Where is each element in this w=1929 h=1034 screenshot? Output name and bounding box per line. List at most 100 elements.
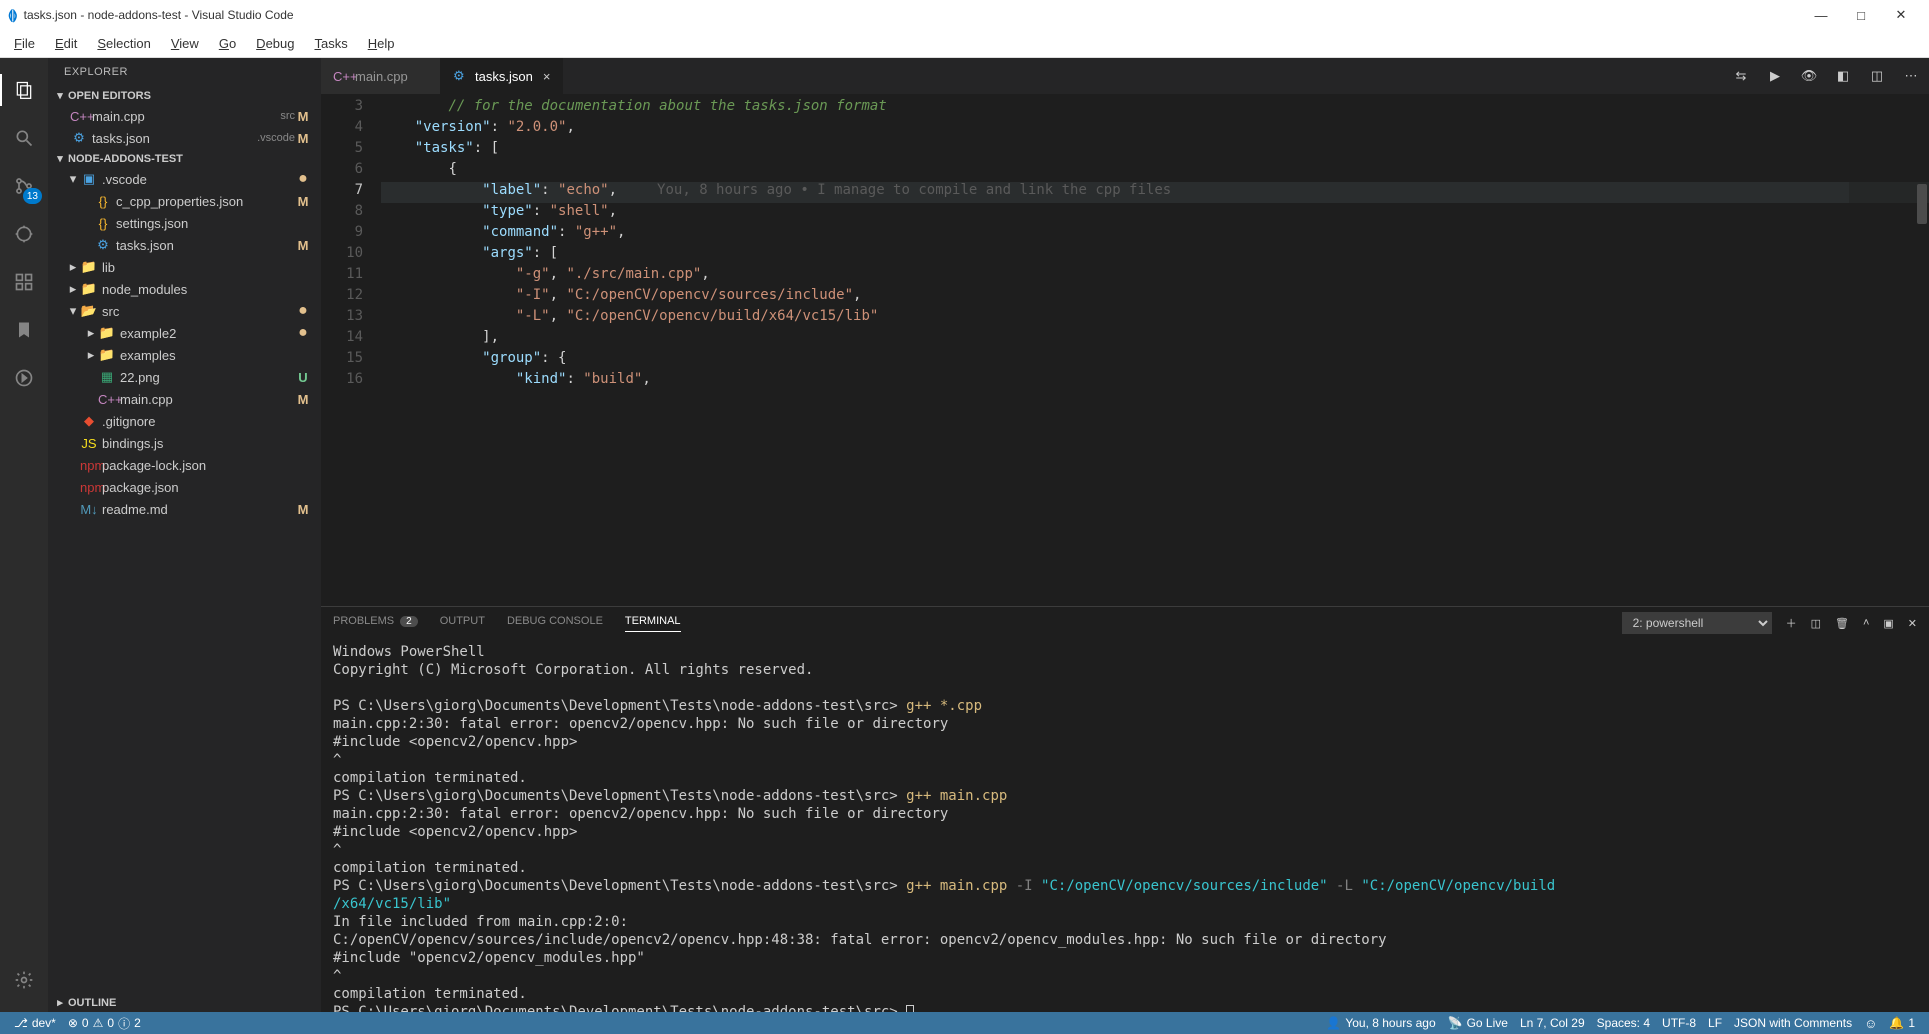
menu-debug[interactable]: Debug [246, 32, 304, 55]
scm-badge: 13 [23, 188, 42, 204]
more-actions-icon[interactable]: ⋯ [1901, 68, 1921, 84]
activity-extensions-icon[interactable] [0, 258, 48, 306]
open-editors-header[interactable]: ▾ OPEN EDITORS [48, 86, 321, 105]
status-branch[interactable]: ⎇ dev* [8, 1016, 62, 1030]
preview-icon[interactable]: 👁 [1799, 68, 1819, 84]
scrollbar-thumb[interactable] [1917, 184, 1927, 224]
panel-tab-problems[interactable]: PROBLEMS 2 [333, 615, 418, 631]
open-editor-item[interactable]: C++ main.cpp src M [48, 105, 321, 127]
folder-lib[interactable]: ▸ 📁 lib [48, 256, 321, 278]
close-tab-icon[interactable]: × [543, 69, 551, 84]
menu-file[interactable]: File [4, 32, 45, 55]
folder-name: example2 [120, 326, 295, 341]
sidebar-title: EXPLORER [48, 58, 321, 86]
golive-label: Go Live [1467, 1016, 1508, 1030]
activity-scm-icon[interactable]: 13 [0, 162, 48, 210]
activity-debug-icon[interactable] [0, 210, 48, 258]
json-file-icon: {} [94, 216, 112, 231]
status-bar: ⎇ dev* ⊗0 ⚠0 ⓘ2 👤 You, 8 hours ago 📡 Go … [0, 1012, 1929, 1034]
modified-dot-icon: ● [295, 325, 311, 341]
open-changes-icon[interactable]: ◧ [1833, 68, 1853, 84]
file-item[interactable]: ◆ .gitignore [48, 410, 321, 432]
status-blame[interactable]: 👤 You, 8 hours ago [1320, 1016, 1441, 1030]
menu-help[interactable]: Help [358, 32, 405, 55]
file-item[interactable]: ⚙ tasks.json M [48, 234, 321, 256]
panel-tab-debug-console[interactable]: DEBUG CONSOLE [507, 615, 603, 631]
outline-header[interactable]: ▸ OUTLINE [48, 993, 321, 1012]
editor-tab-tasks-json[interactable]: ⚙ tasks.json × [441, 58, 563, 94]
chevron-down-icon: ▾ [54, 89, 66, 102]
file-item[interactable]: npm package.json [48, 476, 321, 498]
file-name: readme.md [102, 502, 295, 517]
menubar: File Edit Selection View Go Debug Tasks … [0, 30, 1929, 58]
status-eol[interactable]: LF [1702, 1016, 1728, 1030]
file-item[interactable]: {} c_cpp_properties.json M [48, 190, 321, 212]
compare-changes-icon[interactable]: ⇆ [1731, 68, 1751, 84]
folder-icon: ▣ [80, 171, 98, 187]
maximize-panel-icon[interactable]: ˄ [1863, 617, 1869, 629]
status-notifications[interactable]: 🔔 1 [1883, 1016, 1921, 1030]
status-feedback[interactable]: ☺ [1858, 1016, 1883, 1031]
split-editor-icon[interactable]: ◫ [1867, 68, 1887, 84]
file-item[interactable]: ▦ 22.png U [48, 366, 321, 388]
panel-tab-output[interactable]: OUTPUT [440, 615, 485, 631]
file-item[interactable]: JS bindings.js [48, 432, 321, 454]
activity-settings-icon[interactable] [0, 956, 48, 1004]
menu-go[interactable]: Go [209, 32, 246, 55]
editor-code[interactable]: // for the documentation about the tasks… [381, 94, 1929, 606]
folder-vscode[interactable]: ▾ ▣ .vscode ● [48, 168, 321, 190]
modified-dot-icon: ● [295, 303, 311, 319]
open-editor-item[interactable]: ⚙ tasks.json .vscode M [48, 127, 321, 149]
status-encoding[interactable]: UTF-8 [1656, 1016, 1702, 1030]
menu-selection[interactable]: Selection [87, 32, 160, 55]
tab-label: DEBUG CONSOLE [507, 615, 603, 627]
folder-item[interactable]: ▸ 📁 example2 ● [48, 322, 321, 344]
file-item[interactable]: C++ main.cpp M [48, 388, 321, 410]
project-header[interactable]: ▾ NODE-ADDONS-TEST [48, 149, 321, 168]
chevron-down-icon: ▾ [66, 171, 80, 187]
move-panel-icon[interactable]: ▣ [1883, 617, 1893, 630]
editor-body[interactable]: 345678910111213141516 // for the documen… [321, 94, 1929, 606]
terminal-selector[interactable]: 2: powershell [1622, 612, 1772, 634]
status-indentation[interactable]: Spaces: 4 [1591, 1016, 1656, 1030]
file-name: c_cpp_properties.json [116, 194, 295, 209]
cpp-file-icon: C++ [98, 392, 116, 407]
bottom-panel: PROBLEMS 2 OUTPUT DEBUG CONSOLE TERMINAL… [321, 606, 1929, 1012]
kill-terminal-icon[interactable]: 🗑 [1835, 617, 1849, 630]
new-terminal-icon[interactable]: ＋ [1786, 615, 1797, 631]
status-language[interactable]: JSON with Comments [1728, 1016, 1858, 1030]
status-cursor-position[interactable]: Ln 7, Col 29 [1514, 1016, 1591, 1030]
activity-liveserver-icon[interactable] [0, 354, 48, 402]
maximize-button[interactable]: □ [1841, 0, 1881, 30]
folder-icon: 📁 [80, 281, 98, 297]
folder-node-modules[interactable]: ▸ 📁 node_modules [48, 278, 321, 300]
tab-label: PROBLEMS [333, 615, 394, 627]
editor-scrollbar[interactable] [1915, 94, 1929, 606]
folder-name: lib [102, 260, 311, 275]
menu-view[interactable]: View [161, 32, 209, 55]
chevron-down-icon: ▾ [54, 152, 66, 165]
editor-tab-main-cpp[interactable]: C++ main.cpp [321, 58, 441, 94]
terminal-content[interactable]: Windows PowerShellCopyright (C) Microsof… [321, 639, 1929, 1012]
close-panel-icon[interactable]: ✕ [1908, 617, 1917, 630]
file-item[interactable]: M↓ readme.md M [48, 498, 321, 520]
activity-bookmarks-icon[interactable] [0, 306, 48, 354]
file-item[interactable]: {} settings.json [48, 212, 321, 234]
editor-tabbar: C++ main.cpp ⚙ tasks.json × ⇆ ▶ 👁 ◧ ◫ ⋯ [321, 58, 1929, 94]
close-window-button[interactable]: ✕ [1881, 0, 1921, 30]
split-terminal-icon[interactable]: ◫ [1811, 617, 1821, 630]
folder-item[interactable]: ▸ 📁 examples [48, 344, 321, 366]
folder-src[interactable]: ▾ 📂 src ● [48, 300, 321, 322]
activity-explorer-icon[interactable] [0, 66, 48, 114]
menu-tasks[interactable]: Tasks [304, 32, 357, 55]
status-golive[interactable]: 📡 Go Live [1442, 1016, 1514, 1030]
status-problems[interactable]: ⊗0 ⚠0 ⓘ2 [62, 1015, 147, 1032]
menu-edit[interactable]: Edit [45, 32, 87, 55]
minimize-button[interactable]: — [1801, 0, 1841, 30]
file-item[interactable]: npm package-lock.json [48, 454, 321, 476]
folder-name: examples [120, 348, 311, 363]
image-file-icon: ▦ [98, 369, 116, 385]
run-icon[interactable]: ▶ [1765, 68, 1785, 84]
activity-search-icon[interactable] [0, 114, 48, 162]
panel-tab-terminal[interactable]: TERMINAL [625, 615, 681, 632]
